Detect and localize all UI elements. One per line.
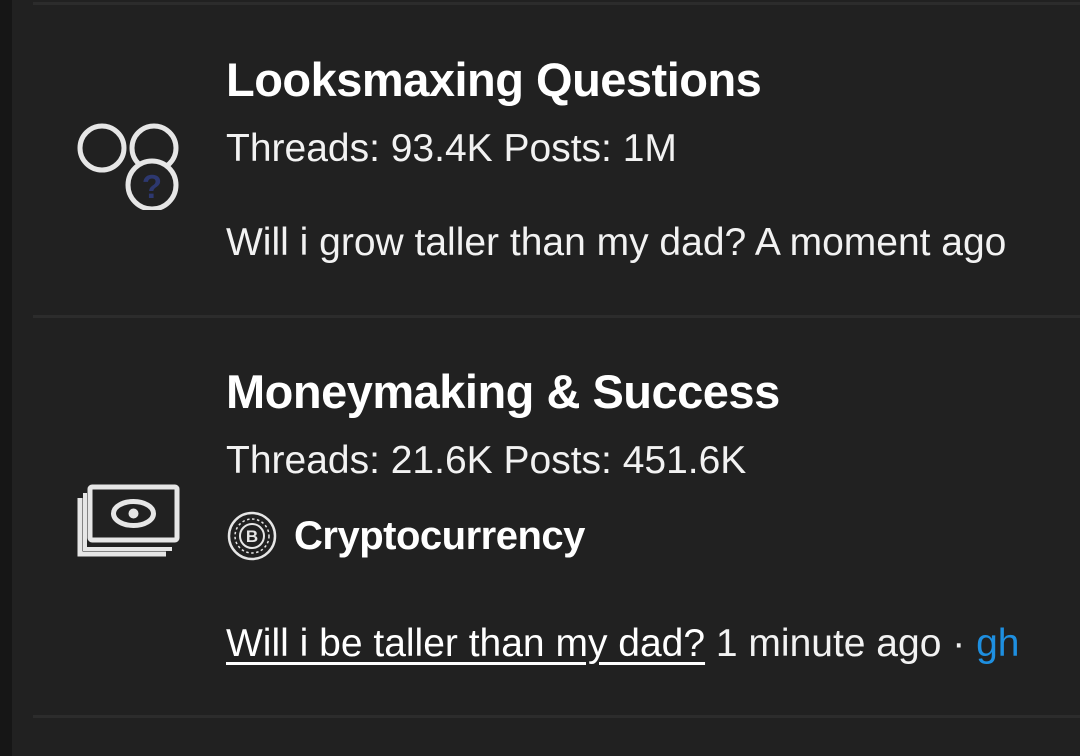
- divider: [33, 315, 1080, 318]
- bitcoin-icon: B: [227, 511, 277, 561]
- latest-post: Will i be taller than my dad? 1 minute a…: [226, 622, 1080, 666]
- divider: [33, 2, 1080, 5]
- svg-text:?: ?: [142, 168, 162, 205]
- cash-icon: [77, 484, 180, 557]
- latest-post-user-link[interactable]: gh: [976, 622, 1019, 665]
- latest-post-time: A moment ago: [754, 221, 1007, 264]
- node-stats: Threads: 93.4K Posts: 1M: [226, 127, 677, 170]
- divider: [33, 715, 1080, 718]
- node-title-link[interactable]: Looksmaxing Questions: [226, 52, 762, 107]
- subforum-link[interactable]: B Cryptocurrency: [226, 508, 585, 564]
- latest-post-time: 1 minute ago: [715, 622, 942, 665]
- latest-post: Will i grow taller than my dad? A moment…: [226, 221, 1080, 265]
- svg-text:B: B: [246, 527, 258, 546]
- node-stats: Threads: 21.6K Posts: 451.6K: [226, 439, 747, 482]
- chain-question-icon: ?: [77, 123, 179, 210]
- separator: ·: [952, 622, 966, 665]
- latest-thread-link[interactable]: Will i be taller than my dad?: [226, 622, 705, 665]
- node-title-link[interactable]: Moneymaking & Success: [226, 364, 780, 419]
- subforum-label: Cryptocurrency: [294, 513, 585, 558]
- latest-thread-link[interactable]: Will i grow taller than my dad?: [226, 221, 746, 264]
